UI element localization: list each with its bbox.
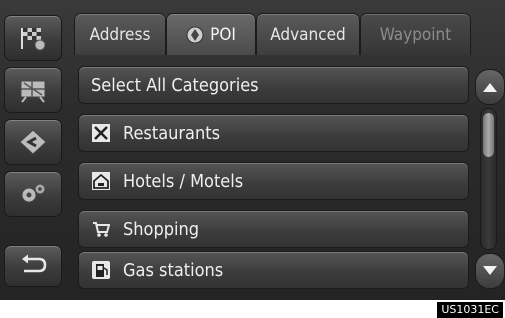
list-item-label: Restaurants bbox=[123, 122, 221, 144]
tab-advanced[interactable]: Advanced bbox=[256, 13, 360, 55]
shopping-icon bbox=[92, 220, 110, 238]
destination-flag-icon bbox=[21, 28, 46, 51]
list-item-gas-stations[interactable]: Gas stations bbox=[78, 251, 469, 289]
select-all-categories-button[interactable]: Select All Categories bbox=[78, 66, 469, 104]
destination-button[interactable] bbox=[4, 15, 62, 61]
gas-station-icon bbox=[92, 261, 110, 279]
tab-address-label: Address bbox=[89, 24, 151, 45]
list-item-restaurants[interactable]: Restaurants bbox=[78, 114, 469, 152]
list-item-label: Hotels / Motels bbox=[123, 170, 244, 192]
tab-advanced-label: Advanced bbox=[270, 24, 346, 45]
scroll-down-button[interactable] bbox=[475, 253, 505, 289]
poi-icon bbox=[186, 26, 204, 43]
list-item-label: Gas stations bbox=[123, 259, 224, 281]
chevron-up-icon bbox=[483, 83, 497, 92]
scrollbar-thumb[interactable] bbox=[483, 113, 494, 157]
back-button[interactable] bbox=[4, 245, 62, 287]
list-item-hotels[interactable]: Hotels / Motels bbox=[78, 162, 469, 200]
list-item-shopping[interactable]: Shopping bbox=[78, 210, 469, 248]
setup-button[interactable] bbox=[4, 171, 62, 217]
hotel-icon bbox=[92, 172, 110, 190]
tab-waypoint: Waypoint bbox=[360, 13, 471, 55]
navigation-screen: Address POI Advanced Waypoint Select All… bbox=[0, 0, 505, 300]
select-all-label: Select All Categories bbox=[91, 74, 259, 96]
tab-poi-label: POI bbox=[210, 24, 236, 45]
back-arrow-icon bbox=[22, 254, 47, 273]
map-button[interactable] bbox=[4, 67, 62, 113]
route-button[interactable] bbox=[4, 119, 62, 165]
restaurant-icon bbox=[92, 124, 110, 142]
search-tab-bar: Address POI Advanced Waypoint bbox=[74, 13, 471, 55]
route-diamond-icon bbox=[19, 129, 47, 155]
gear-icon bbox=[21, 183, 46, 203]
figure-code-label: US1031EC bbox=[437, 302, 503, 318]
map-icon bbox=[20, 80, 46, 103]
tab-poi[interactable]: POI bbox=[166, 13, 256, 55]
scrollbar-track[interactable] bbox=[480, 108, 497, 250]
list-item-label: Shopping bbox=[123, 218, 200, 240]
tab-address[interactable]: Address bbox=[74, 13, 166, 55]
chevron-down-icon bbox=[483, 266, 497, 275]
scroll-up-button[interactable] bbox=[475, 69, 505, 105]
tab-waypoint-label: Waypoint bbox=[379, 24, 452, 45]
